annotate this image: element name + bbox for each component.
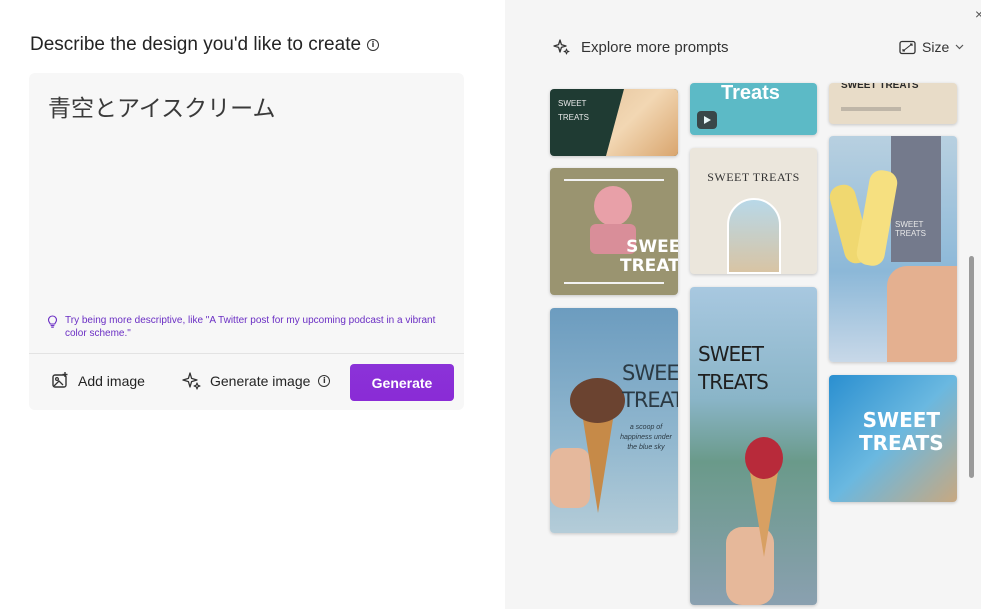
prompt-input[interactable]: 青空とアイスクリーム [48, 89, 275, 123]
lightbulb-icon [47, 315, 58, 328]
card-title: Treats [721, 83, 780, 104]
decor-line [564, 179, 664, 181]
template-card[interactable]: SWEET TREATS [550, 168, 678, 295]
card-title: SWEET TREATS [698, 342, 769, 394]
template-card[interactable]: Treats [690, 83, 817, 135]
card-title: SWEET TREATS [620, 237, 678, 276]
card-image [594, 186, 632, 226]
size-dropdown[interactable]: Size [899, 39, 964, 55]
create-panel: Describe the design you'd like to create… [0, 0, 505, 609]
page-title: Describe the design you'd like to create… [30, 34, 380, 56]
card-title: SWEET TREATS [558, 99, 589, 122]
template-card[interactable]: SWEET TREATS [829, 83, 957, 124]
prompt-tip-text: Try being more descriptive, like "A Twit… [65, 315, 436, 339]
size-label: Size [922, 39, 950, 55]
video-icon [697, 111, 717, 129]
divider [29, 353, 464, 354]
add-image-button[interactable]: Add image [51, 371, 145, 390]
card-image [745, 437, 783, 479]
card-title: SWEET TREATS [895, 220, 926, 238]
template-card[interactable]: SWEET TREATS [550, 89, 678, 156]
template-card[interactable]: SWEET TREATS [690, 148, 817, 274]
card-title: SWEET TREATS [841, 83, 919, 91]
template-card[interactable]: SWEET TREATS [690, 287, 817, 605]
resize-icon [899, 40, 916, 54]
image-add-icon [52, 372, 68, 388]
chevron-down-icon [955, 44, 964, 50]
card-image [891, 136, 941, 262]
info-icon[interactable]: i [318, 374, 331, 387]
scrollbar[interactable] [969, 256, 974, 478]
close-icon[interactable]: × [975, 6, 981, 22]
card-image [550, 448, 590, 508]
template-card[interactable]: SWEET TREATS [829, 375, 957, 502]
card-subtitle: a scoop of happiness under the blue sky [620, 424, 672, 451]
page-title-text: Describe the design you'd like to create [30, 34, 362, 55]
card-image [606, 89, 678, 156]
card-title: SWEET TREATS [622, 361, 678, 412]
sparkle-icon [182, 372, 201, 390]
explore-prompts-header[interactable]: Explore more prompts [553, 38, 729, 56]
card-image [887, 266, 957, 362]
prompt-tip: Try being more descriptive, like "A Twit… [47, 314, 447, 340]
prompt-box[interactable]: 青空とアイスクリーム Try being more descriptive, l… [29, 73, 464, 410]
card-title: SWEET TREATS [707, 170, 800, 184]
info-icon[interactable]: i [367, 39, 380, 51]
generate-button[interactable]: Generate [350, 364, 454, 401]
generate-image-label: Generate image [210, 372, 311, 389]
explore-panel: × Explore more prompts Size SWEET TREATS… [505, 0, 981, 609]
prompt-actions: Add image Generate image i Generate [29, 363, 464, 403]
add-image-label: Add image [78, 372, 145, 389]
card-image [841, 107, 901, 111]
generate-image-button[interactable]: Generate image i [182, 371, 331, 390]
decor-line [564, 282, 664, 284]
sparkle-icon [553, 39, 570, 55]
template-card[interactable]: SWEET TREATS [829, 136, 957, 362]
card-image [570, 378, 625, 423]
template-card[interactable]: SWEET TREATS a scoop of happiness under … [550, 308, 678, 533]
card-title: SWEET TREATS [859, 408, 944, 455]
explore-label: Explore more prompts [581, 38, 729, 56]
card-image [727, 198, 781, 274]
